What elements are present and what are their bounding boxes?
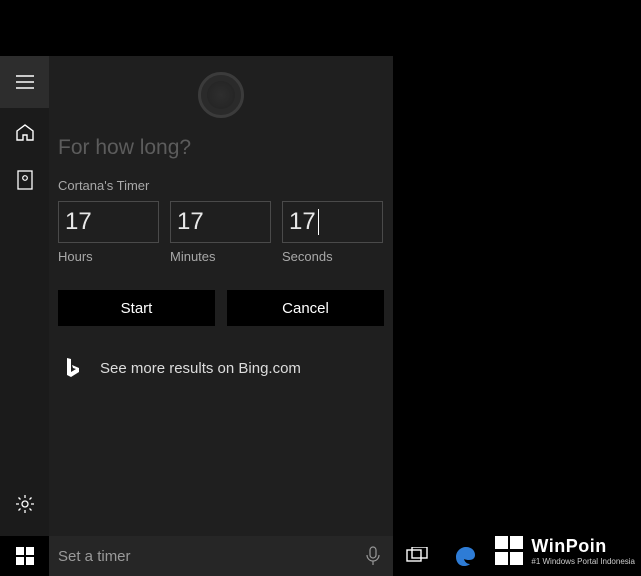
notebook-icon[interactable] <box>0 156 49 204</box>
minutes-input[interactable] <box>170 201 271 243</box>
settings-icon[interactable] <box>0 480 49 528</box>
start-button[interactable]: Start <box>58 290 215 326</box>
watermark: WinPoin #1 Windows Portal Indonesia <box>495 536 635 566</box>
taskbar-icons <box>393 536 489 576</box>
field-labels: Hours Minutes Seconds <box>58 249 384 264</box>
task-view-button[interactable] <box>393 536 441 576</box>
cortana-search-bar <box>49 536 393 576</box>
hours-label: Hours <box>58 249 159 264</box>
cortana-sidebar <box>0 56 49 576</box>
bing-label: See more results on Bing.com <box>100 360 301 377</box>
cortana-panel: For how long? Cortana's Timer Hours Minu… <box>0 56 393 576</box>
action-buttons: Start Cancel <box>58 290 384 326</box>
home-icon[interactable] <box>0 108 49 156</box>
edge-browser-icon[interactable] <box>441 536 489 576</box>
minutes-label: Minutes <box>170 249 271 264</box>
timer-name-label: Cortana's Timer <box>58 178 384 193</box>
watermark-logo-icon <box>495 536 525 566</box>
cortana-ring-icon <box>198 72 244 118</box>
cortana-main: For how long? Cortana's Timer Hours Minu… <box>49 56 393 576</box>
prompt-text: For how long? <box>58 136 384 160</box>
watermark-tagline: #1 Windows Portal Indonesia <box>531 557 635 566</box>
search-input[interactable] <box>49 548 353 565</box>
menu-icon[interactable] <box>0 56 49 108</box>
bing-results-link[interactable]: See more results on Bing.com <box>58 356 384 380</box>
text-caret <box>318 209 319 235</box>
seconds-label: Seconds <box>282 249 383 264</box>
timer-fields <box>58 201 384 243</box>
seconds-input[interactable] <box>282 201 383 243</box>
microphone-icon[interactable] <box>353 536 393 576</box>
windows-icon <box>16 547 34 565</box>
hours-input[interactable] <box>58 201 159 243</box>
start-menu-button[interactable] <box>0 536 49 576</box>
bing-icon <box>64 356 82 380</box>
cancel-button[interactable]: Cancel <box>227 290 384 326</box>
watermark-brand: WinPoin <box>531 536 635 557</box>
